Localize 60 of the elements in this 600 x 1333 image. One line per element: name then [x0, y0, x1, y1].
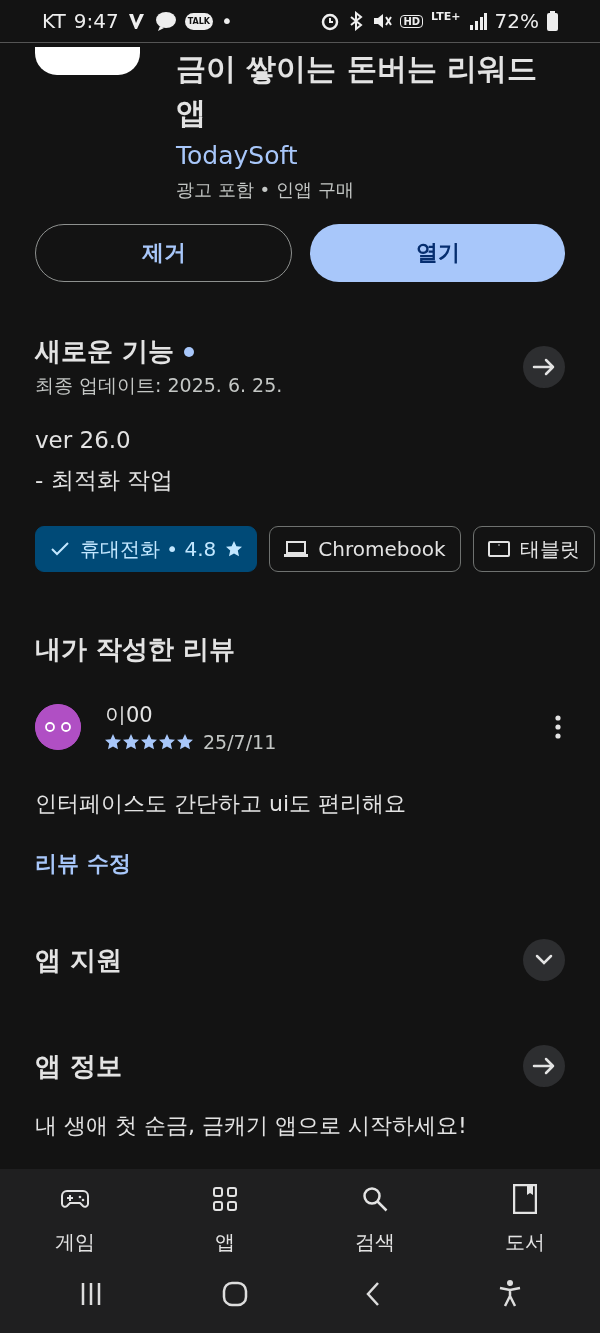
device-chip[interactable]: Chromebook — [269, 526, 461, 572]
battery-text: 72% — [494, 9, 539, 33]
arrow-button[interactable] — [523, 345, 565, 388]
arrow-right-icon — [532, 1057, 556, 1075]
notification-dot: • — [221, 9, 233, 33]
updated-date: 최종 업데이트: 2025. 6. 25. — [35, 373, 284, 398]
section-title: 앱 정보 — [35, 1049, 124, 1083]
arrow-button[interactable] — [523, 1045, 565, 1087]
signal-icon — [468, 12, 487, 30]
back-button[interactable] — [366, 1280, 381, 1307]
book-icon — [513, 1184, 537, 1214]
star-icon — [177, 734, 193, 750]
reviewer-name: 이00 — [105, 702, 154, 729]
nav-tab[interactable]: 게임 — [0, 1183, 150, 1256]
app-description: 내 생애 첫 순금, 금캐기 앱으로 시작하세요! — [34, 1112, 468, 1140]
alarm-icon — [320, 11, 341, 31]
star-icon — [105, 734, 121, 750]
arrow-right-icon — [532, 357, 556, 376]
star-icon — [141, 734, 157, 750]
open-button[interactable]: 열기 — [310, 224, 565, 282]
check-icon — [50, 541, 70, 557]
laptop-icon — [284, 540, 309, 558]
edit-review-link[interactable]: 리뷰 수정 — [35, 849, 131, 879]
muted-speaker-icon — [372, 11, 393, 31]
talk-icon: TALK — [184, 12, 214, 30]
search-icon — [362, 1186, 388, 1212]
hd-badge: HD — [400, 14, 424, 28]
nav-tab[interactable]: 검색 — [300, 1183, 450, 1256]
bluetooth-icon — [348, 11, 365, 31]
star-icon — [123, 734, 139, 750]
section-title: 앱 지원 — [35, 943, 124, 977]
carrier-text: KT — [42, 9, 66, 33]
section-title: 내가 작성한 리뷰 — [34, 633, 237, 666]
nav-tab[interactable]: 도서 — [450, 1183, 600, 1256]
tablet-icon — [487, 540, 510, 558]
expand-button[interactable] — [523, 939, 565, 981]
chevron-down-icon — [534, 954, 554, 966]
network-text: LTE+ — [431, 10, 461, 23]
app-icon — [35, 47, 140, 75]
chat-bubble-icon — [154, 11, 177, 31]
avatar-icon — [35, 704, 81, 750]
developer-link[interactable]: TodaySoft — [176, 141, 298, 170]
section-title: 새로운 기능 — [35, 335, 175, 368]
battery-icon — [547, 11, 558, 31]
nav-tab[interactable]: 앱 — [150, 1183, 300, 1256]
device-chip[interactable]: 휴대전화 • 4.8 — [35, 526, 258, 572]
version-text: ver 26.0 — [34, 427, 132, 453]
time-text: 9:47 — [73, 9, 119, 33]
release-notes: - 최적화 작업 — [34, 466, 174, 495]
star-icon — [159, 734, 175, 750]
app-info-text: 광고 포함 • 인앱 구매 — [176, 178, 354, 202]
grid-icon — [213, 1187, 237, 1211]
review-date: 25/7/11 — [203, 731, 277, 753]
gamepad-icon — [61, 1189, 89, 1209]
device-chip[interactable]: 태블릿 — [472, 526, 595, 572]
home-button[interactable] — [221, 1280, 248, 1307]
review-text: 인터페이스도 간단하고 ui도 편리해요 — [34, 790, 408, 818]
accessibility-button[interactable] — [498, 1280, 521, 1307]
more-vert-icon — [555, 715, 561, 739]
app-title: 금이 쌓이는 돈버는 리워드 앱 — [176, 50, 539, 132]
